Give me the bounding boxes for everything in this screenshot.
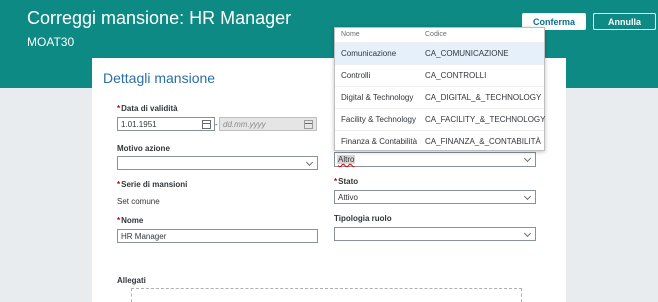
dropdown-option[interactable]: Digital & Technology CA_DIGITAL_&_TECHNO… bbox=[335, 86, 544, 108]
chevron-down-icon bbox=[523, 154, 532, 163]
name-label: *Nome bbox=[117, 216, 144, 225]
column-header-name: Nome bbox=[341, 31, 360, 38]
calendar-icon[interactable] bbox=[202, 120, 211, 129]
calendar-icon bbox=[304, 120, 313, 129]
validity-end-date-input: dd.mm.yyyy bbox=[219, 117, 317, 131]
action-reason-select[interactable] bbox=[117, 156, 318, 170]
page-title: Correggi mansione: HR Manager bbox=[27, 8, 292, 28]
dropdown-option[interactable]: Facility & Technology CA_FACILITY_&_TECH… bbox=[335, 108, 545, 130]
cancel-button[interactable]: Annulla bbox=[593, 13, 656, 30]
chevron-down-icon bbox=[305, 158, 314, 167]
date-range-separator: - bbox=[215, 120, 218, 129]
validity-start-date-input[interactable]: 1.01.1951 bbox=[117, 117, 215, 131]
validity-date-label: *Data di validità bbox=[117, 104, 178, 113]
job-series-label: *Serie di mansioni bbox=[117, 180, 188, 189]
page-subtitle: MOAT30 bbox=[27, 35, 75, 49]
category-dropdown-list: Nome Codice Comunicazione CA_COMUNICAZIO… bbox=[334, 27, 545, 151]
status-select[interactable]: Attivo bbox=[334, 190, 536, 204]
column-header-code: Codice bbox=[425, 31, 447, 38]
dropdown-option[interactable]: Controlli CA_CONTROLLI bbox=[335, 64, 544, 86]
action-reason-label: Motivo azione bbox=[117, 144, 170, 153]
status-label: *Stato bbox=[334, 177, 359, 186]
chevron-down-icon bbox=[523, 192, 532, 201]
category-select[interactable]: Altro bbox=[334, 152, 536, 167]
dropdown-option[interactable]: Comunicazione CA_COMUNICAZIONE bbox=[335, 42, 544, 64]
attachments-label: Allegati bbox=[117, 276, 146, 285]
chevron-down-icon bbox=[523, 229, 532, 238]
job-series-value: Set comune bbox=[117, 197, 160, 206]
attachments-upload-area[interactable] bbox=[131, 288, 522, 302]
dropdown-option[interactable]: Finanza & Contabilità CA_FINANZA_&_CONTA… bbox=[335, 130, 544, 152]
name-input[interactable]: HR Manager bbox=[117, 229, 318, 243]
role-type-select[interactable] bbox=[334, 227, 536, 241]
role-type-label: Tipologia ruolo bbox=[334, 214, 392, 223]
section-title: Dettagli mansione bbox=[103, 70, 216, 86]
dropdown-header: Nome Codice bbox=[335, 28, 544, 42]
